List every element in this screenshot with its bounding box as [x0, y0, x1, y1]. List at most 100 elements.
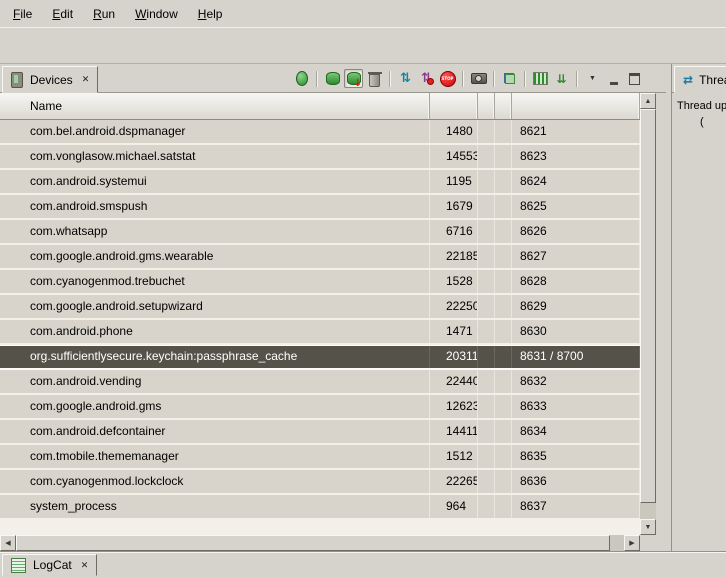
process-col4: [495, 445, 512, 468]
process-col3: [478, 346, 495, 368]
process-port: 8634: [512, 420, 640, 443]
menu-item-help[interactable]: Help: [189, 4, 232, 24]
process-col3: [478, 395, 495, 418]
devices-tab-close-icon[interactable]: ✕: [82, 74, 90, 85]
process-row[interactable]: com.whatsapp 6716 8626: [0, 220, 640, 245]
horizontal-scroll-thumb[interactable]: [16, 535, 610, 551]
process-name: com.android.phone: [0, 320, 430, 343]
update-threads-icon[interactable]: [396, 69, 415, 88]
tracer-icon[interactable]: [552, 69, 571, 88]
process-name: com.android.defcontainer: [0, 420, 430, 443]
process-pid: 22265: [430, 470, 478, 493]
process-name: com.cyanogenmod.lockclock: [0, 470, 430, 493]
process-row[interactable]: org.sufficientlysecure.keychain:passphra…: [0, 345, 640, 370]
gc-icon[interactable]: [365, 69, 384, 88]
process-port: 8629: [512, 295, 640, 318]
process-row[interactable]: com.cyanogenmod.trebuchet 1528 8628: [0, 270, 640, 295]
process-row[interactable]: com.google.android.gms.wearable 22185 86…: [0, 245, 640, 270]
process-row[interactable]: com.google.android.gms 12623 8633: [0, 395, 640, 420]
device-icon: [11, 72, 23, 88]
process-row[interactable]: com.android.vending 22440 8632: [0, 370, 640, 395]
toolbar-separator: [316, 71, 318, 87]
column-header-pid[interactable]: [430, 93, 478, 119]
process-port: 8637: [512, 495, 640, 518]
process-row[interactable]: com.google.android.setupwizard 22250 862…: [0, 295, 640, 320]
process-col3: [478, 495, 495, 518]
process-name: com.cyanogenmod.trebuchet: [0, 270, 430, 293]
process-row[interactable]: com.cyanogenmod.lockclock 22265 8636: [0, 470, 640, 495]
process-row[interactable]: com.android.phone 1471 8630: [0, 320, 640, 345]
process-name: com.android.smspush: [0, 195, 430, 218]
horizontal-scrollbar[interactable]: ◀ ▶: [0, 535, 640, 551]
process-row[interactable]: com.android.smspush 1679 8625: [0, 195, 640, 220]
process-port: 8624: [512, 170, 640, 193]
device-process-table: Name com.bel.android.dspmanager 1480 862…: [0, 93, 656, 551]
process-row[interactable]: com.android.defcontainer 14411 8634: [0, 420, 640, 445]
device-table-rows: com.bel.android.dspmanager 1480 8621 com…: [0, 120, 640, 535]
process-col4: [495, 170, 512, 193]
vertical-scroll-thumb[interactable]: [640, 109, 656, 503]
process-port: 8630: [512, 320, 640, 343]
devices-tab-label: Devices: [30, 73, 73, 87]
devices-panel: Devices ✕ Name com.bel.android.dspmanage…: [0, 64, 666, 551]
menu-item-file[interactable]: File: [4, 4, 41, 24]
column-header-name[interactable]: Name: [0, 93, 430, 119]
profiling-icon[interactable]: [417, 69, 436, 88]
process-col3: [478, 370, 495, 393]
process-port: 8635: [512, 445, 640, 468]
vertical-scrollbar[interactable]: ▲ ▼: [640, 93, 656, 535]
menu-item-run[interactable]: Run: [84, 4, 124, 24]
debug-icon[interactable]: [292, 69, 311, 88]
dump-hprof-icon[interactable]: [344, 69, 363, 88]
process-pid: 22250: [430, 295, 478, 318]
devices-toolbar: [292, 66, 644, 91]
process-col4: [495, 295, 512, 318]
process-name: com.google.android.setupwizard: [0, 295, 430, 318]
scroll-right-icon[interactable]: ▶: [624, 535, 640, 551]
scroll-left-icon[interactable]: ◀: [0, 535, 16, 551]
process-row[interactable]: system_process 964 8637: [0, 495, 640, 520]
process-row[interactable]: com.tmobile.thememanager 1512 8635: [0, 445, 640, 470]
stop-icon[interactable]: [438, 69, 457, 88]
column-header-4[interactable]: [495, 93, 512, 119]
systrace-icon[interactable]: [531, 69, 550, 88]
tab-logcat[interactable]: LogCat ✕: [2, 554, 97, 576]
column-header-3[interactable]: [478, 93, 495, 119]
column-header-port[interactable]: [512, 93, 640, 119]
tab-threads[interactable]: ⇄ Threads: [674, 66, 726, 93]
process-row[interactable]: com.bel.android.dspmanager 1480 8621: [0, 120, 640, 145]
menu-item-edit[interactable]: Edit: [43, 4, 82, 24]
process-name: com.tmobile.thememanager: [0, 445, 430, 468]
maximize-icon[interactable]: [625, 69, 644, 88]
process-port: 8632: [512, 370, 640, 393]
process-port: 8623: [512, 145, 640, 168]
process-col4: [495, 470, 512, 493]
process-port: 8621: [512, 120, 640, 143]
process-col4: [495, 395, 512, 418]
scroll-up-icon[interactable]: ▲: [640, 93, 656, 109]
process-name: org.sufficientlysecure.keychain:passphra…: [0, 346, 430, 368]
process-pid: 22440: [430, 370, 478, 393]
menu-item-window[interactable]: Window: [126, 4, 187, 24]
threads-panel: ⇄ Threads Thread up (: [671, 64, 726, 551]
menubar: File Edit Run Window Help: [0, 0, 726, 27]
scroll-down-icon[interactable]: ▼: [640, 519, 656, 535]
devices-tabstrip: Devices ✕: [0, 64, 666, 93]
view-menu-icon[interactable]: [583, 69, 602, 88]
process-col3: [478, 220, 495, 243]
process-port: 8627: [512, 245, 640, 268]
logcat-tab-label: LogCat: [33, 558, 72, 572]
process-row[interactable]: com.android.systemui 1195 8624: [0, 170, 640, 195]
logcat-tab-close-icon[interactable]: ✕: [81, 560, 89, 571]
process-name: com.google.android.gms: [0, 395, 430, 418]
update-heap-icon[interactable]: [323, 69, 342, 88]
process-col3: [478, 120, 495, 143]
minimize-icon[interactable]: [604, 69, 623, 88]
process-col4: [495, 220, 512, 243]
process-port: 8628: [512, 270, 640, 293]
main-toolbar: [0, 27, 726, 64]
screenshot-icon[interactable]: [469, 69, 488, 88]
tab-devices[interactable]: Devices ✕: [2, 66, 98, 93]
process-row[interactable]: com.vonglasow.michael.satstat 14553 8623: [0, 145, 640, 170]
frames-icon[interactable]: [500, 69, 519, 88]
